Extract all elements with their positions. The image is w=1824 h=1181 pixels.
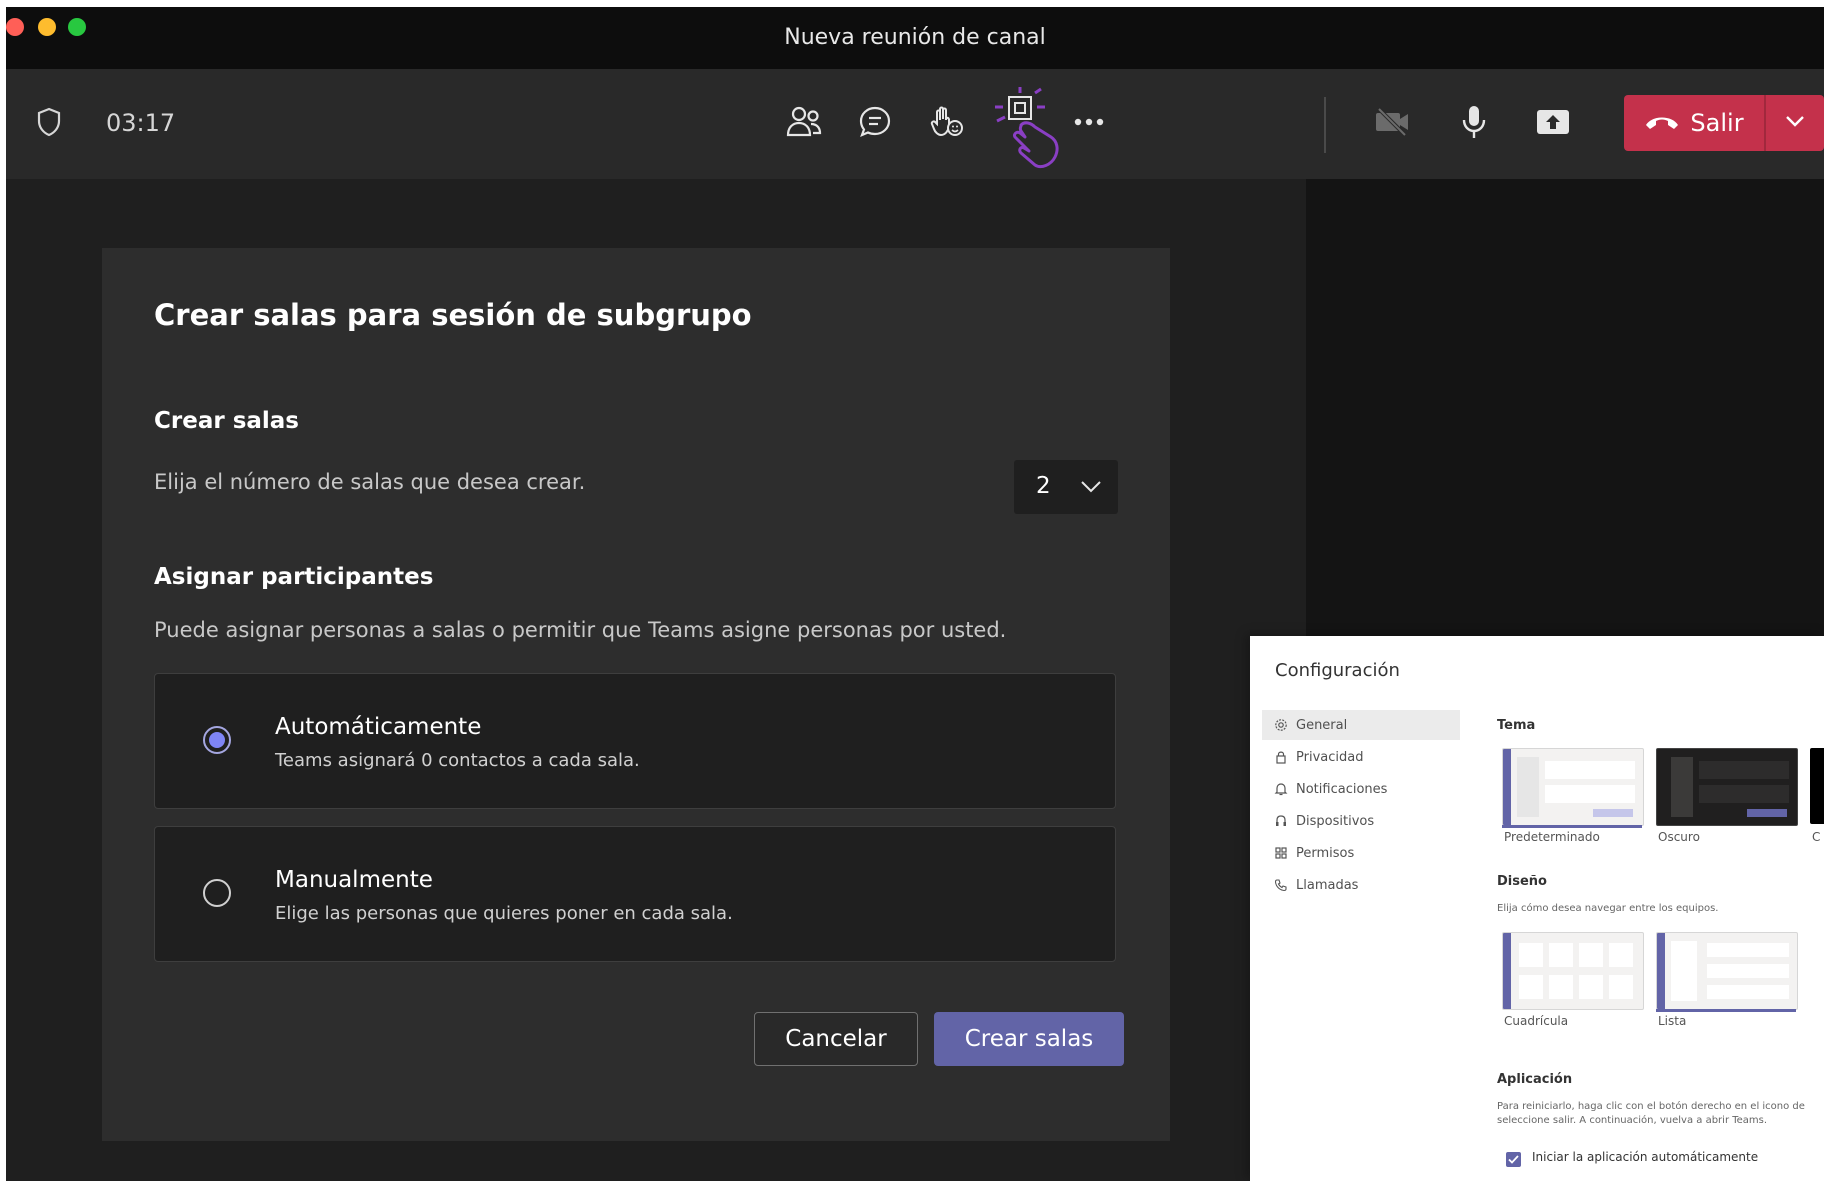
breakout-rooms-dialog: Crear salas para sesión de subgrupo Crea… bbox=[102, 248, 1170, 1141]
bell-icon bbox=[1274, 783, 1288, 796]
settings-nav-label: Llamadas bbox=[1296, 877, 1359, 893]
option-manual-title: Manualmente bbox=[275, 867, 433, 893]
leave-label: Salir bbox=[1690, 109, 1744, 137]
chevron-down-icon bbox=[1785, 114, 1805, 132]
chevron-down-icon bbox=[1080, 480, 1102, 499]
settings-nav-calls[interactable]: Llamadas bbox=[1262, 870, 1460, 900]
theme-dark-thumbnail[interactable] bbox=[1656, 748, 1798, 826]
window-title: Nueva reunión de canal bbox=[784, 25, 1046, 50]
rooms-count-value: 2 bbox=[1036, 473, 1051, 499]
settings-nav-label: Permisos bbox=[1296, 845, 1355, 861]
radio-manual[interactable] bbox=[203, 879, 231, 907]
meeting-toolbar: 03:17 Salir bbox=[6, 69, 1824, 179]
lock-icon bbox=[1276, 751, 1286, 764]
settings-nav-privacy[interactable]: Privacidad bbox=[1262, 742, 1460, 772]
raise-hand-icon[interactable] bbox=[924, 99, 970, 145]
cancel-button[interactable]: Cancelar bbox=[754, 1012, 918, 1066]
people-icon[interactable] bbox=[781, 99, 827, 145]
layout-grid-thumbnail[interactable] bbox=[1502, 932, 1644, 1010]
settings-panel: Configuración General Privacidad Notific… bbox=[1250, 636, 1824, 1181]
theme-default-selected-indicator bbox=[1502, 825, 1642, 828]
breakout-rooms-icon[interactable] bbox=[991, 87, 1071, 187]
layout-list-thumbnail[interactable] bbox=[1656, 932, 1798, 1010]
checkmark-icon bbox=[1508, 1155, 1519, 1164]
option-automatic-title: Automáticamente bbox=[275, 714, 482, 740]
app-section-description-2: seleccione salir. A continuación, vuelva… bbox=[1497, 1115, 1768, 1126]
leave-options-button[interactable] bbox=[1766, 95, 1824, 151]
settings-nav-label: General bbox=[1296, 717, 1348, 733]
app-section-description-1: Para reiniciarlo, haga clic con el botón… bbox=[1497, 1101, 1805, 1112]
settings-nav-devices[interactable]: Dispositivos bbox=[1262, 806, 1460, 836]
layout-list-label: Lista bbox=[1658, 1014, 1687, 1028]
theme-contrast-label: C bbox=[1812, 830, 1821, 844]
option-automatic-description: Teams asignará 0 contactos a cada sala. bbox=[275, 750, 640, 771]
layout-grid-label: Cuadrícula bbox=[1504, 1014, 1569, 1028]
gear-icon bbox=[1275, 719, 1287, 731]
layout-section-description: Elija cómo desea navegar entre los equip… bbox=[1497, 903, 1719, 914]
hang-up-icon bbox=[1644, 109, 1680, 137]
layout-list-selected-indicator bbox=[1656, 1009, 1796, 1012]
app-section-title: Aplicación bbox=[1497, 1072, 1573, 1087]
phone-icon bbox=[1274, 879, 1287, 892]
leave-button-group: Salir bbox=[1624, 95, 1824, 151]
headset-icon bbox=[1276, 815, 1286, 826]
grid-icon bbox=[1275, 847, 1287, 859]
autostart-checkbox[interactable] bbox=[1506, 1152, 1521, 1167]
settings-title: Configuración bbox=[1275, 660, 1400, 681]
rooms-section-description: Elija el número de salas que desea crear… bbox=[154, 470, 586, 494]
settings-nav-label: Privacidad bbox=[1296, 749, 1364, 765]
layout-section-title: Diseño bbox=[1497, 874, 1547, 889]
autostart-label: Iniciar la aplicación automáticamente bbox=[1532, 1150, 1759, 1164]
meeting-timer: 03:17 bbox=[106, 109, 176, 137]
settings-nav-permissions[interactable]: Permisos bbox=[1262, 838, 1460, 868]
option-manual[interactable]: Manualmente Elige las personas que quier… bbox=[154, 826, 1116, 962]
assign-section-title: Asignar participantes bbox=[154, 564, 434, 590]
theme-contrast-thumbnail[interactable] bbox=[1810, 748, 1824, 824]
leave-button[interactable]: Salir bbox=[1624, 95, 1764, 151]
more-icon[interactable] bbox=[1066, 99, 1112, 145]
toolbar-divider bbox=[1324, 97, 1326, 153]
assign-section-description: Puede asignar personas a salas o permiti… bbox=[154, 618, 1007, 642]
chat-icon[interactable] bbox=[852, 99, 898, 145]
theme-default-label: Predeterminado bbox=[1504, 830, 1600, 844]
theme-default-thumbnail[interactable] bbox=[1502, 748, 1644, 826]
settings-nav-label: Notificaciones bbox=[1296, 781, 1388, 797]
dialog-title: Crear salas para sesión de subgrupo bbox=[154, 298, 752, 332]
settings-nav-general[interactable]: General bbox=[1262, 710, 1460, 740]
settings-nav-notifications[interactable]: Notificaciones bbox=[1262, 774, 1460, 804]
settings-nav-label: Dispositivos bbox=[1296, 813, 1375, 829]
theme-dark-label: Oscuro bbox=[1658, 830, 1700, 844]
create-rooms-button[interactable]: Crear salas bbox=[934, 1012, 1124, 1066]
title-bar: Nueva reunión de canal bbox=[6, 7, 1824, 69]
option-manual-description: Elige las personas que quieres poner en … bbox=[275, 903, 733, 924]
rooms-count-select[interactable]: 2 bbox=[1014, 460, 1118, 514]
microphone-icon[interactable] bbox=[1451, 99, 1497, 145]
option-automatic[interactable]: Automáticamente Teams asignará 0 contact… bbox=[154, 673, 1116, 809]
radio-automatic[interactable] bbox=[203, 726, 231, 754]
camera-off-icon[interactable] bbox=[1369, 99, 1415, 145]
theme-section-title: Tema bbox=[1497, 718, 1536, 733]
share-icon[interactable] bbox=[1530, 99, 1576, 145]
rooms-section-title: Crear salas bbox=[154, 408, 299, 434]
shield-icon[interactable] bbox=[26, 99, 72, 145]
